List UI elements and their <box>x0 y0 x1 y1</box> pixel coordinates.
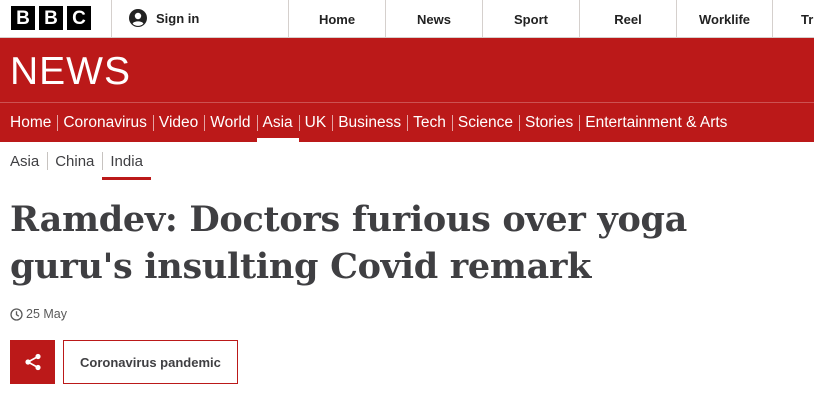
share-button[interactable] <box>10 340 55 384</box>
section-nav-item-video[interactable]: Video <box>152 103 204 142</box>
section-nav-item-business[interactable]: Business <box>332 103 407 142</box>
section-nav-item-home[interactable]: Home <box>0 103 57 142</box>
bbc-logo-letter: B <box>39 6 63 30</box>
section-nav-item-uk[interactable]: UK <box>298 103 333 142</box>
topic-tag-coronavirus-pandemic[interactable]: Coronavirus pandemic <box>63 340 238 384</box>
topbar-divider <box>111 0 112 38</box>
share-icon <box>24 353 41 371</box>
topnav-news[interactable]: News <box>385 0 482 38</box>
topnav-sport[interactable]: Sport <box>482 0 579 38</box>
section-nav-item-coronavirus[interactable]: Coronavirus <box>57 103 153 142</box>
topnav-reel[interactable]: Reel <box>579 0 676 38</box>
section-nav: Home Coronavirus Video World Asia UK Bus… <box>0 103 733 142</box>
topnav-home[interactable]: Home <box>288 0 385 38</box>
section-nav-item-world[interactable]: World <box>204 103 256 142</box>
news-wordmark[interactable]: NEWS <box>10 50 131 94</box>
section-nav-item-stories[interactable]: Stories <box>519 103 579 142</box>
clock-icon <box>10 307 23 321</box>
section-nav-item-science[interactable]: Science <box>451 103 519 142</box>
topnav-travel[interactable]: Tr <box>772 0 814 38</box>
article-dateline: 25 May <box>10 307 67 321</box>
section-nav-item-tech[interactable]: Tech <box>407 103 452 142</box>
sign-in-link[interactable]: Sign in <box>129 9 199 27</box>
topnav-worklife[interactable]: Worklife <box>676 0 772 38</box>
bbc-top-bar: B B C Sign in Home News Sport Reel Workl… <box>0 0 814 38</box>
bbc-logo[interactable]: B B C <box>11 6 91 30</box>
sub-nav: Asia China India <box>0 146 151 180</box>
sub-nav-item-china[interactable]: China <box>47 146 102 176</box>
article-date: 25 May <box>26 307 67 321</box>
bbc-logo-letter: C <box>67 6 91 30</box>
section-nav-item-asia[interactable]: Asia <box>256 103 299 142</box>
user-icon <box>129 9 147 27</box>
bbc-logo-letter: B <box>11 6 35 30</box>
sub-nav-item-asia[interactable]: Asia <box>0 146 47 176</box>
sub-nav-item-india[interactable]: India <box>102 146 151 180</box>
section-nav-item-entertainment-arts[interactable]: Entertainment & Arts <box>579 103 733 142</box>
article-headline: Ramdev: Doctors furious over yoga guru's… <box>10 199 688 287</box>
news-header: NEWS Home Coronavirus Video World Asia U… <box>0 38 814 142</box>
sign-in-label: Sign in <box>156 10 200 26</box>
